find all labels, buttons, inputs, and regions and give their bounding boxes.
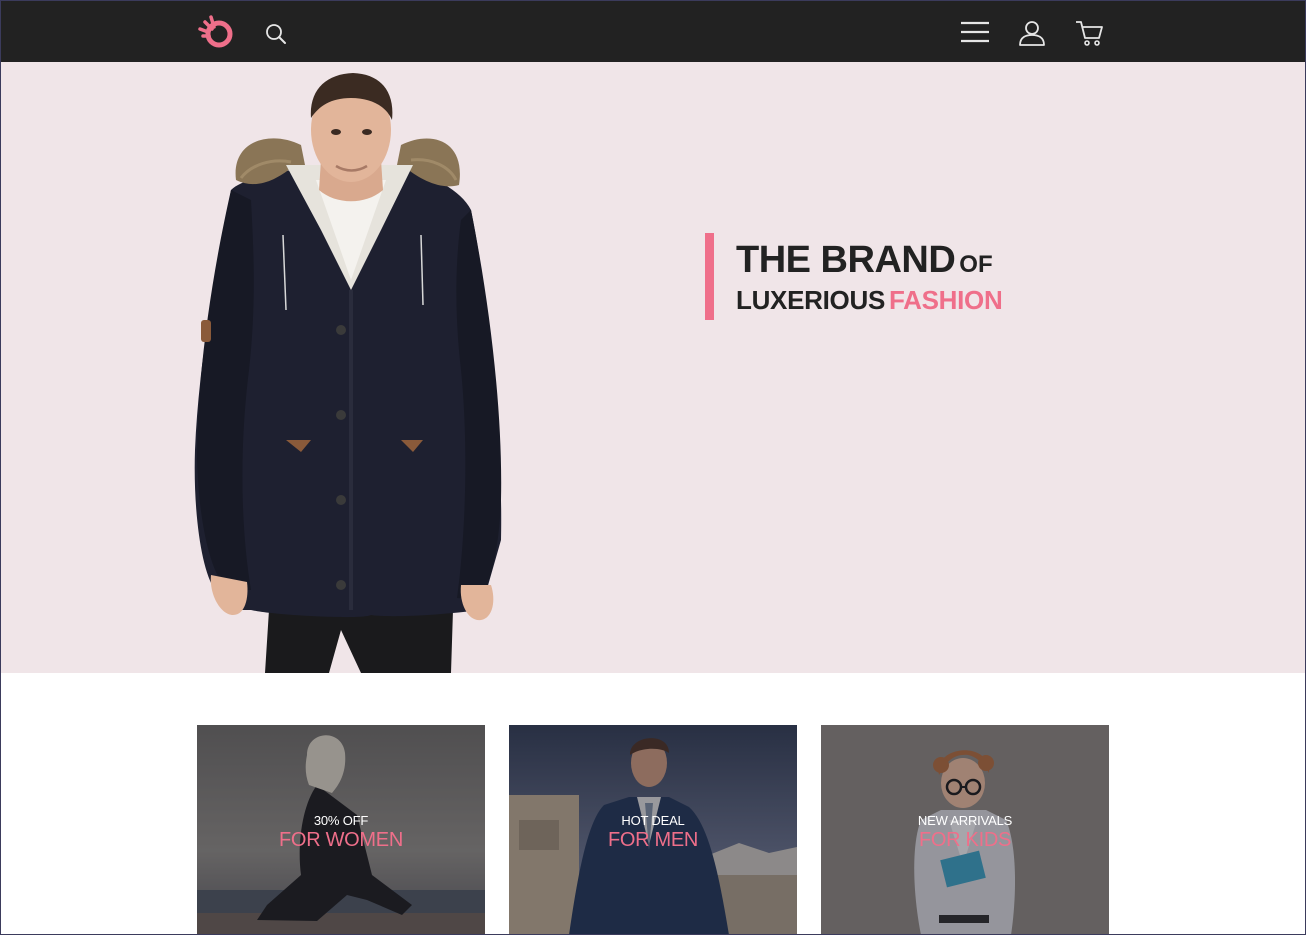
headline-fashion: FASHION <box>888 285 1003 315</box>
women-card-title[interactable]: FOR WOMEN <box>197 829 485 852</box>
men-card-caption: HOT DEAL FOR MEN <box>509 813 797 852</box>
headline-line-2: LUXERIOUS FASHION <box>736 285 1003 316</box>
women-card-kicker: 30% OFF <box>313 813 369 828</box>
shopping-cart-icon[interactable] <box>1074 18 1104 48</box>
search-icon[interactable] <box>265 23 287 45</box>
category-card-kids[interactable]: NEW ARRIVALS FOR KIDS <box>821 725 1109 934</box>
headline-luxerious: LUXERIOUS <box>736 285 885 315</box>
women-card-caption: 30% OFF FOR WOMEN <box>197 813 485 852</box>
hero-model-image <box>194 73 502 673</box>
header-bar <box>1 1 1305 62</box>
kids-card-title[interactable]: FOR KIDS <box>821 829 1109 852</box>
kids-card-kicker: NEW ARRIVALS <box>917 813 1013 828</box>
hamburger-menu-icon[interactable] <box>960 20 990 44</box>
headline-brand: THE BRAND <box>736 239 956 281</box>
user-icon[interactable] <box>1018 19 1046 47</box>
headline-of: OF <box>959 251 993 278</box>
category-card-men[interactable]: HOT DEAL FOR MEN <box>509 725 797 934</box>
kids-card-caption: NEW ARRIVALS FOR KIDS <box>821 813 1109 852</box>
men-card-kicker: HOT DEAL <box>621 813 685 828</box>
hero-headline: THE BRAND OF LUXERIOUS FASHION <box>705 233 1003 320</box>
page-frame: THE BRAND OF LUXERIOUS FASHION 30% OFF F… <box>0 0 1306 935</box>
headline-line-1: THE BRAND OF <box>736 239 993 282</box>
men-card-title[interactable]: FOR MEN <box>509 829 797 852</box>
hand-ok-logo-icon[interactable] <box>197 14 235 50</box>
category-card-women[interactable]: 30% OFF FOR WOMEN <box>197 725 485 934</box>
hero-banner: THE BRAND OF LUXERIOUS FASHION <box>1 62 1305 673</box>
